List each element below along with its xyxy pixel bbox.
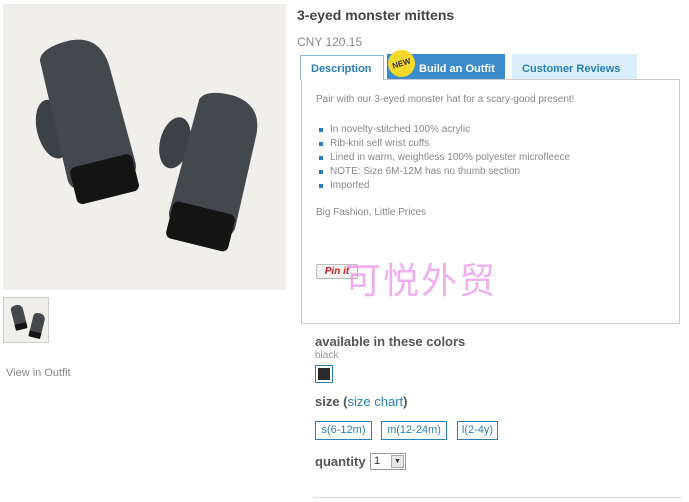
size-heading-prefix: size (	[315, 394, 348, 409]
size-option-s[interactable]: s(6-12m)	[315, 421, 372, 440]
colors-heading: available in these colors	[315, 334, 466, 349]
size-option-l[interactable]: l(2-4y)	[457, 421, 498, 440]
mittens-thumbnail-illustration	[4, 298, 48, 342]
tab-customer-reviews[interactable]: Customer Reviews	[512, 54, 637, 81]
size-option-m[interactable]: m(12-24m)	[381, 421, 447, 440]
quantity-label: quantity	[315, 454, 366, 469]
watermark-text: 可悦外贸	[345, 261, 498, 302]
product-main-image[interactable]	[3, 4, 286, 290]
description-intro: Pair with our 3-eyed monster hat for a s…	[316, 94, 575, 105]
feature-item: Imported	[316, 179, 570, 193]
brand-tagline: Big Fashion, Little Prices	[316, 207, 427, 218]
feature-item: Lined in warm, weightless 100% polyester…	[316, 151, 570, 165]
mittens-illustration	[3, 4, 286, 290]
size-heading-suffix: )	[403, 394, 408, 409]
feature-item: Rib-knit self wrist cuffs	[316, 137, 570, 151]
product-price: CNY 120.15	[297, 35, 363, 49]
size-chart-link[interactable]: size chart	[348, 394, 404, 409]
feature-list: In novelty-stitched 100% acrylic Rib-kni…	[316, 123, 570, 193]
quantity-select[interactable]: 1 ▼	[370, 453, 406, 470]
tab-description[interactable]: Description	[300, 55, 384, 80]
divider	[313, 497, 681, 498]
chevron-down-icon[interactable]: ▼	[391, 455, 404, 468]
quantity-value: 1	[374, 455, 381, 467]
swatch-fill	[318, 368, 330, 380]
color-swatch-black[interactable]	[315, 365, 333, 383]
selected-color-name: black	[315, 350, 339, 361]
feature-item: In novelty-stitched 100% acrylic	[316, 123, 570, 137]
size-heading: size (size chart)	[315, 394, 408, 409]
description-panel: Pair with our 3-eyed monster hat for a s…	[301, 79, 680, 324]
feature-item: NOTE: Size 6M-12M has no thumb section	[316, 165, 570, 179]
product-title: 3-eyed monster mittens	[297, 7, 455, 23]
product-thumbnail[interactable]	[3, 297, 49, 343]
view-in-outfit-link[interactable]: View in Outfit	[6, 367, 71, 379]
